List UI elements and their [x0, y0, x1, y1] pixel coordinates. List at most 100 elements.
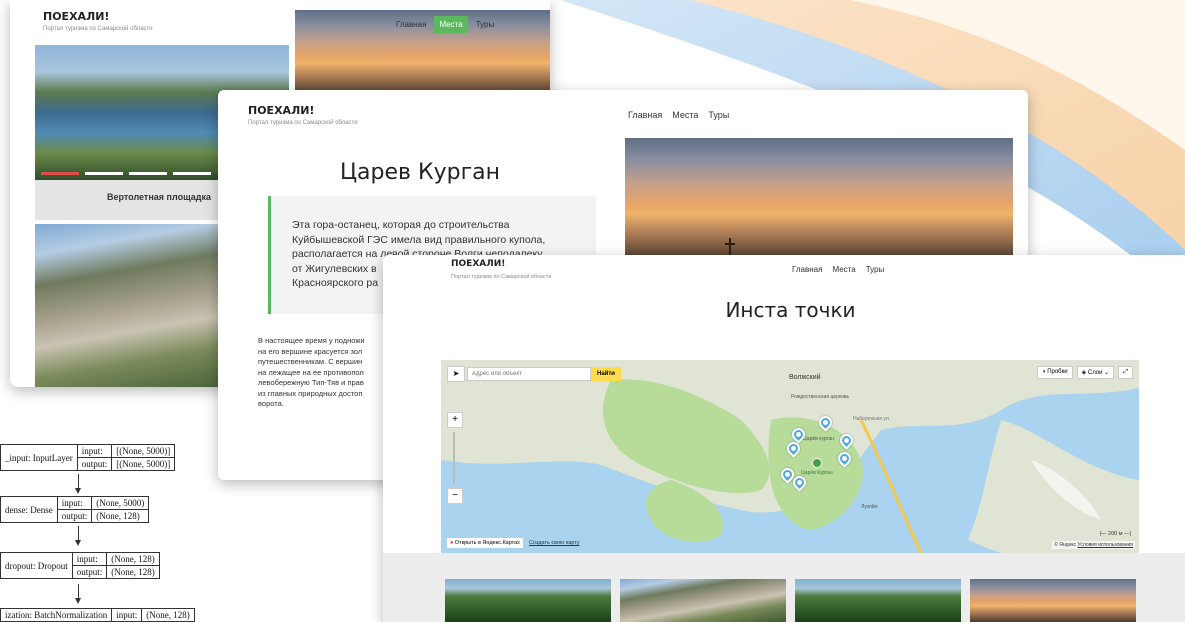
nn-output-label: output:	[71, 565, 108, 579]
front-nav: Главная Места Туры	[792, 265, 884, 274]
site-tagline: Портал туризма по Самарской области	[451, 274, 552, 280]
nn-input-label: input:	[76, 444, 113, 458]
yandex-map[interactable]: ➤ Найти ◑ Пробки ◈ Слои ⌄ ⤢ + − Волжский…	[441, 360, 1139, 553]
site-logo[interactable]: ПОЕХАЛИ!	[451, 259, 505, 269]
body-line: В настоящее время у подножи	[258, 336, 365, 345]
nav-tours[interactable]: Туры	[476, 20, 495, 29]
yandex-pin-icon: ●	[450, 540, 454, 546]
nav-tours[interactable]: Туры	[866, 265, 885, 274]
nn-connector	[78, 584, 79, 599]
site-tagline: Портал туризма по Самарской области	[248, 120, 358, 126]
map-controls-right: ◑ Пробки ◈ Слои ⌄ ⤢	[1036, 366, 1133, 379]
nn-layer-batchnorm: ization: BatchNormalization input: (None…	[0, 608, 195, 622]
gallery-photo[interactable]	[795, 579, 961, 622]
zoom-control: + −	[447, 412, 463, 504]
page-title: Инста точки	[725, 298, 856, 322]
gallery-photo[interactable]	[445, 579, 611, 622]
fullscreen-icon[interactable]: ⤢	[1118, 366, 1133, 379]
body-line: путешественникам. С вершин	[258, 357, 363, 366]
traffic-label: Пробки	[1047, 369, 1068, 375]
layers-icon: ◈	[1081, 370, 1087, 376]
map-label-church: Рождественская церковь	[791, 394, 850, 400]
tsarev-kurgan-photo[interactable]	[625, 138, 1013, 260]
nn-output-label: output:	[76, 457, 113, 471]
nn-layer-input: _input: InputLayer input: [(None, 5000)]…	[0, 444, 176, 471]
front-screenshot-card: ПОЕХАЛИ! Портал туризма по Самарской обл…	[383, 255, 1185, 622]
nav-places[interactable]: Места	[832, 265, 855, 274]
nn-output-shape: [(None, 5000)]	[111, 457, 176, 471]
map-copyright: © Яндекс Условия использования	[1052, 541, 1135, 549]
traffic-button[interactable]: ◑ Пробки	[1036, 366, 1073, 379]
nn-arrow	[75, 540, 81, 546]
nav-places-active[interactable]: Места	[434, 16, 468, 33]
nn-model-diagram: _input: InputLayer input: [(None, 5000)]…	[0, 438, 230, 622]
nav-home[interactable]: Главная	[396, 20, 426, 29]
nn-input-shape: (None, 128)	[106, 552, 160, 566]
map-label-tsarev-kurgan: Царёв курган	[803, 436, 834, 442]
page-title: Царев Курган	[339, 160, 501, 185]
body-line: ворота.	[258, 399, 284, 408]
map-geography	[441, 360, 1139, 553]
quote-line: Эта гора-останец, которая до строительст…	[292, 219, 510, 231]
map-label-tsarev-kurgan-park: Царёв Курган	[801, 470, 833, 476]
nav-tours[interactable]: Туры	[708, 110, 729, 120]
site-logo[interactable]: ПОЕХАЛИ!	[248, 104, 314, 117]
map-label-lukoil: Лукойл	[861, 504, 878, 510]
nn-layer-dropout: dropout: Dropout input: (None, 128) outp…	[0, 552, 160, 579]
middle-nav: Главная Места Туры	[628, 110, 729, 120]
map-footer-left: ● Открыть в Яндекс.Картах Создать свою к…	[447, 538, 580, 548]
gallery-photo[interactable]	[970, 579, 1136, 622]
layers-button[interactable]: ◈ Слои ⌄	[1076, 366, 1115, 379]
nn-layer-name: dropout: Dropout	[0, 552, 73, 579]
nav-home[interactable]: Главная	[628, 110, 662, 120]
nav-home[interactable]: Главная	[792, 265, 822, 274]
nn-input-label: input:	[111, 608, 143, 622]
geolocation-icon[interactable]: ➤	[447, 366, 465, 382]
nn-input-label: input:	[71, 552, 108, 566]
back-nav: Главная Места Туры	[396, 16, 494, 33]
map-scale: |— 200 м —|	[1099, 531, 1131, 537]
body-line: на лежащее на ее противопол	[258, 367, 364, 377]
site-logo[interactable]: ПОЕХАЛИ!	[43, 10, 109, 23]
create-map-link[interactable]: Создать свою карту	[529, 540, 580, 546]
nn-input-shape: [(None, 5000)]	[111, 444, 176, 458]
nn-layer-name: _input: InputLayer	[0, 444, 78, 471]
map-search-button[interactable]: Найти	[591, 367, 621, 381]
zoom-out-button[interactable]: −	[447, 488, 463, 504]
helipad-caption[interactable]: Вертолетная площадка	[107, 192, 211, 202]
traffic-icon: ◑	[1041, 369, 1046, 375]
nn-input-label: input:	[56, 496, 93, 510]
body-text: В настоящее время у подножи на его верши…	[258, 336, 365, 410]
map-copyright-label: © Яндекс	[1054, 542, 1077, 548]
map-terms-link[interactable]: Условия использования	[1078, 542, 1134, 548]
map-label-street: Набережная ул.	[853, 416, 891, 422]
nn-connector	[78, 526, 79, 541]
park-icon	[812, 458, 822, 468]
map-search-input[interactable]	[467, 367, 591, 381]
zoom-slider[interactable]	[453, 432, 455, 484]
nn-output-label: output:	[56, 509, 93, 523]
nn-output-shape: (None, 128)	[91, 509, 150, 523]
layers-label: Слои	[1087, 370, 1103, 376]
nav-places[interactable]: Места	[672, 110, 698, 120]
body-line: из главных природных достоп	[258, 388, 363, 398]
open-in-yandex-link[interactable]: ● Открыть в Яндекс.Картах	[447, 538, 523, 548]
nn-layer-name: dense: Dense	[0, 496, 58, 523]
nn-layer-dense: dense: Dense input: (None, 5000) output:…	[0, 496, 150, 523]
quote-line: Куйбышевской ГЭС имела вид правильного к…	[292, 233, 546, 246]
zoom-in-button[interactable]: +	[447, 412, 463, 428]
site-tagline: Портал туризма по Самарской области	[43, 26, 153, 32]
map-label-volzhsky: Волжский	[789, 374, 821, 381]
nn-arrow	[75, 488, 81, 494]
nn-connector	[78, 474, 79, 489]
body-line: левобережную Тип-Тяв и прав	[258, 378, 364, 387]
gallery-photo[interactable]	[620, 579, 786, 622]
nn-output-shape: (None, 128)	[106, 565, 160, 579]
map-scale-label: 200 м	[1108, 531, 1123, 537]
body-line: на его вершине красуется зол	[258, 346, 363, 356]
nn-layer-name: ization: BatchNormalization	[0, 608, 113, 622]
open-in-yandex-label: Открыть в Яндекс.Картах	[454, 540, 520, 546]
gallery-strip	[383, 553, 1185, 622]
map-search-bar: ➤ Найти	[447, 366, 621, 382]
nn-arrow	[75, 598, 81, 604]
